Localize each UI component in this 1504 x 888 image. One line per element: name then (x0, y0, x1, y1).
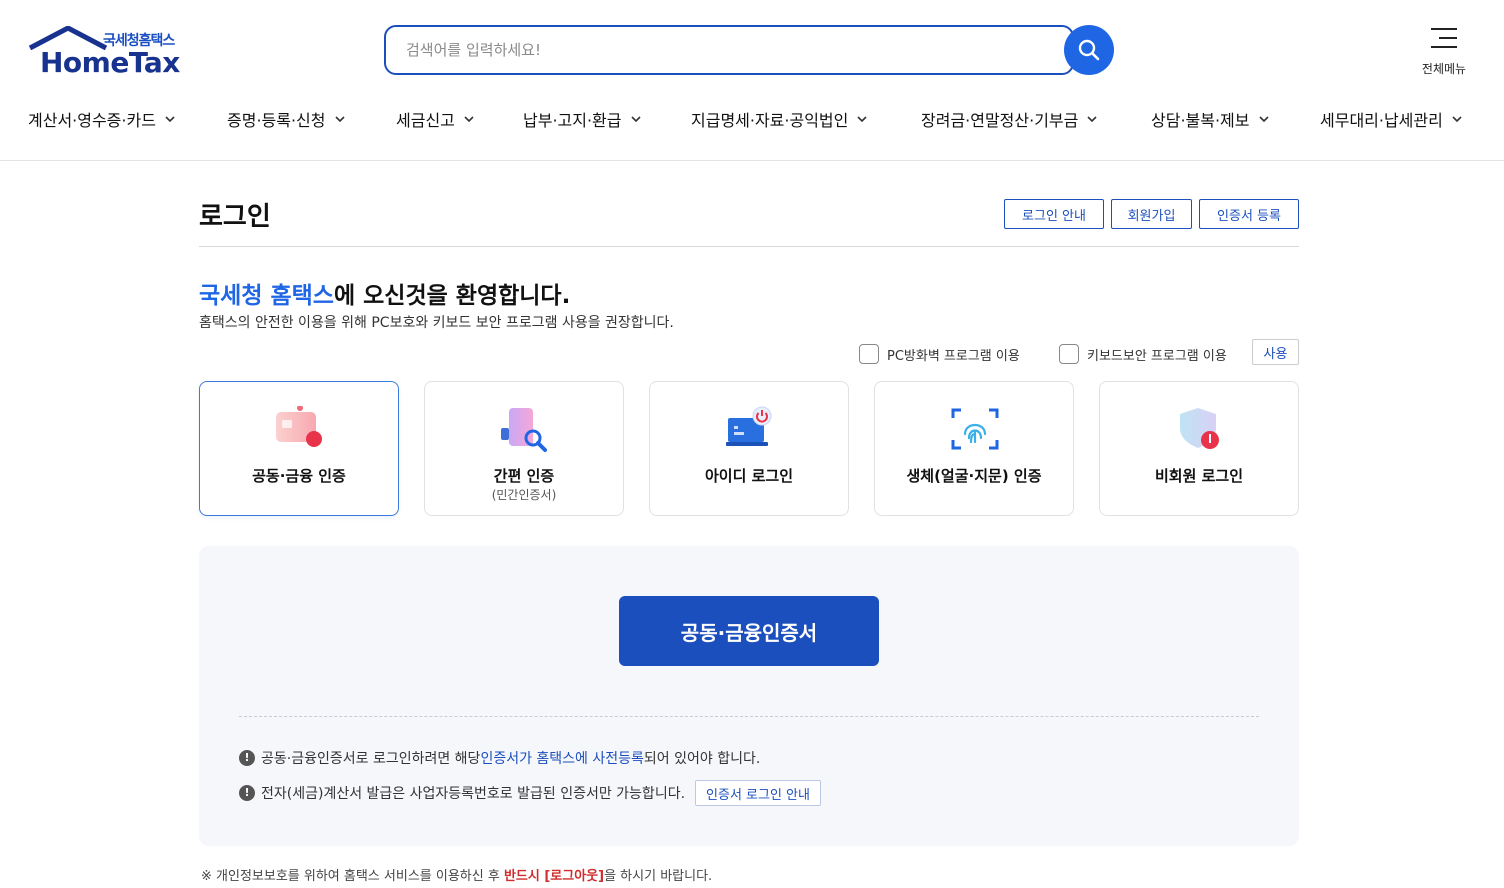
nav-item-tax-report[interactable]: 세금신고 (396, 104, 475, 134)
security-notice: 홈택스의 안전한 이용을 위해 PC보호와 키보드 보안 프로그램 사용을 권장… (199, 315, 674, 331)
chevron-down-icon (165, 116, 175, 123)
panel-divider (239, 716, 1259, 717)
certificate-login-guide-button[interactable]: 인증서 로그인 안내 (695, 780, 821, 806)
checkbox[interactable] (1059, 344, 1079, 364)
use-button[interactable]: 사용 (1252, 339, 1299, 365)
nav-item-certificate[interactable]: 증명·등록·신청 (227, 104, 346, 134)
info-preregistration: ! 공동·금융인증서로 로그인하려면 해당 인증서가 홈택스에 사전등록 되어 있… (239, 748, 760, 768)
chevron-down-icon (1258, 116, 1269, 123)
welcome-heading: 국세청 홈택스에 오신것을 환영합니다. (199, 283, 571, 309)
chevron-down-icon (1452, 116, 1462, 123)
logout-footnote: ※ 개인정보보호를 위하여 홈택스 서비스를 이용하신 후 반드시 [로그아웃]… (201, 869, 713, 884)
exclamation-icon: ! (239, 785, 255, 801)
login-method-joint-certificate[interactable]: 공동·금융 인증 (199, 381, 399, 516)
nav-item-payment[interactable]: 납부·고지·환급 (523, 104, 642, 134)
login-method-sublabel: (민간인증서) (491, 488, 557, 502)
keyboard-security-checkbox[interactable]: 키보드보안 프로그램 이용 (1059, 342, 1227, 366)
login-method-biometric[interactable]: 생체(얼굴·지문) 인증 (874, 381, 1074, 516)
login-guide-button[interactable]: 로그인 안내 (1004, 199, 1104, 229)
login-method-label: 비회원 로그인 (1154, 467, 1244, 485)
phone-magnifier-icon (501, 408, 547, 452)
pc-firewall-checkbox[interactable]: PC방화벽 프로그램 이용 (859, 342, 1020, 366)
certificate-card-icon (276, 406, 322, 447)
login-method-label: 간편 인증 (493, 467, 555, 485)
main-navigation: 계산서·영수증·카드 증명·등록·신청 세금신고 납부·고지·환급 지급명세·자… (0, 104, 1504, 134)
certificate-login-panel: 공동·금융인증서 ! 공동·금융인증서로 로그인하려면 해당 인증서가 홈택스에… (199, 546, 1299, 846)
laptop-power-icon (726, 406, 772, 446)
page-title: 로그인 (199, 202, 271, 232)
chevron-down-icon (1087, 116, 1097, 123)
site-header: 국세청홈택스 HomeTax 전체메뉴 계산서·영수증·카드 증명·등록·신청 … (0, 0, 1504, 161)
all-menu-button[interactable]: 전체메뉴 (1416, 24, 1472, 78)
joint-certificate-login-button[interactable]: 공동·금융인증서 (619, 596, 879, 666)
login-method-label: 공동·금융 인증 (252, 467, 346, 485)
chevron-down-icon (464, 116, 474, 123)
signup-button[interactable]: 회원가입 (1111, 199, 1192, 229)
nav-item-invoice[interactable]: 계산서·영수증·카드 (28, 104, 176, 134)
chevron-down-icon (334, 116, 345, 123)
hamburger-icon (1431, 28, 1457, 48)
checkbox[interactable] (859, 344, 879, 364)
search-icon (1078, 39, 1100, 61)
login-method-id[interactable]: 아이디 로그인 (649, 381, 849, 516)
nav-item-agent[interactable]: 세무대리·납세관리 (1320, 104, 1463, 134)
chevron-down-icon (857, 116, 867, 123)
nav-item-incentive[interactable]: 장려금·연말정산·기부금 (921, 104, 1098, 134)
login-method-label: 생체(얼굴·지문) 인증 (906, 467, 1042, 485)
search-button[interactable] (1064, 25, 1114, 75)
search-input[interactable] (406, 37, 1046, 63)
shield-user-icon (1180, 408, 1219, 449)
title-divider (199, 246, 1299, 247)
chevron-down-icon (630, 116, 641, 123)
exclamation-icon: ! (239, 750, 255, 766)
search-box (384, 25, 1074, 75)
register-certificate-button[interactable]: 인증서 등록 (1199, 199, 1299, 229)
fingerprint-icon (951, 408, 999, 450)
logo-english-text: HomeTax (40, 46, 180, 79)
login-method-label: 아이디 로그인 (704, 467, 794, 485)
info-tax-invoice: ! 전자(세금)계산서 발급은 사업자등록번호로 발급된 인증서만 가능합니다.… (239, 780, 821, 806)
login-method-simple-auth[interactable]: 간편 인증 (민간인증서) (424, 381, 624, 516)
hometax-logo[interactable]: 국세청홈택스 HomeTax (28, 26, 183, 79)
all-menu-label: 전체메뉴 (1421, 62, 1467, 76)
nav-item-statement[interactable]: 지급명세·자료·공익법인 (691, 104, 868, 134)
nav-item-consult[interactable]: 상담·불복·제보 (1151, 104, 1270, 134)
login-method-guest[interactable]: 비회원 로그인 (1099, 381, 1299, 516)
